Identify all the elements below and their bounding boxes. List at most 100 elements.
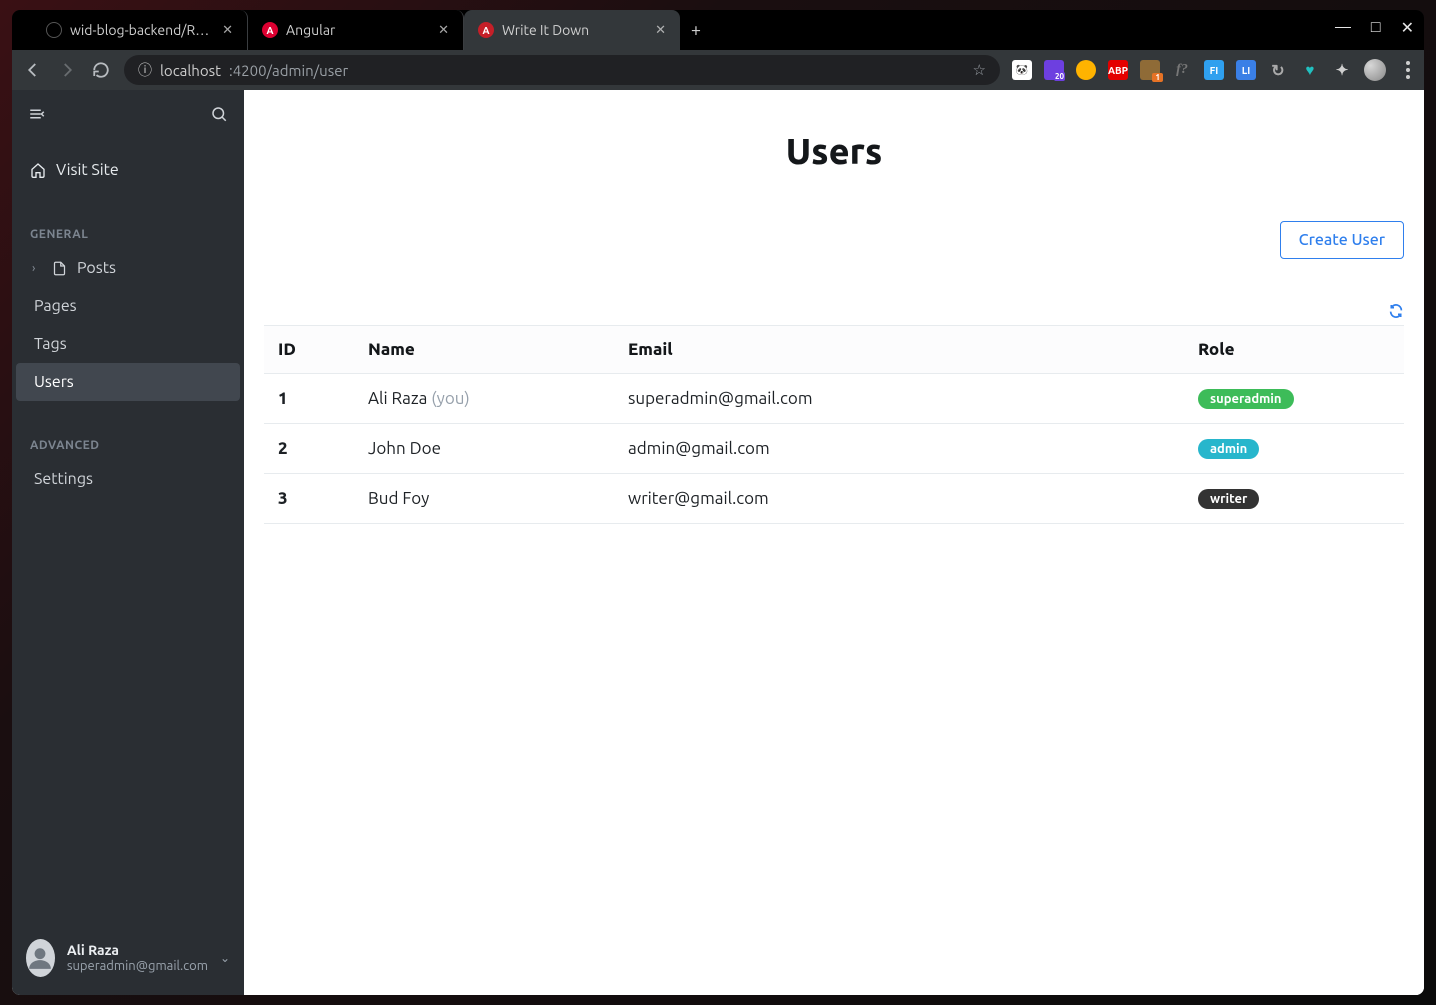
col-header-name: Name	[354, 326, 614, 374]
close-window-icon[interactable]: ✕	[1401, 18, 1414, 37]
close-icon[interactable]: ✕	[655, 23, 666, 38]
chevron-right-icon: ›	[32, 262, 35, 275]
extension-icon[interactable]: 🐼	[1012, 60, 1032, 80]
sidebar-user-name: Ali Raza	[67, 942, 208, 959]
app-root: Visit Site GENERAL › Posts Pages Tags	[12, 90, 1424, 995]
table-row[interactable]: 3Bud Foywriter@gmail.comwriter	[264, 474, 1404, 524]
sidebar-item-posts[interactable]: › Posts	[16, 249, 240, 287]
create-user-button[interactable]: Create User	[1280, 221, 1404, 259]
extension-icon[interactable]: f?	[1172, 60, 1192, 80]
cell-role: writer	[1184, 474, 1404, 524]
sidebar-group-general: GENERAL › Posts Pages Tags Users	[12, 220, 244, 401]
page-toolbar: Create User	[264, 221, 1404, 259]
role-badge: superadmin	[1198, 389, 1294, 409]
col-header-role: Role	[1184, 326, 1404, 374]
search-icon[interactable]	[210, 105, 228, 123]
extension-icon[interactable]: LI	[1236, 60, 1256, 80]
cell-email: admin@gmail.com	[614, 424, 1184, 474]
tab-write-it-down[interactable]: A Write It Down ✕	[464, 10, 680, 50]
sidebar-item-label: Pages	[34, 297, 77, 315]
col-header-id: ID	[264, 326, 354, 374]
sidebar-user-footer[interactable]: Ali Raza superadmin@gmail.com ⌄	[12, 939, 244, 977]
extension-icon[interactable]: ↻	[1268, 60, 1288, 80]
user-avatar-icon	[26, 939, 55, 977]
sidebar-collapse-icon[interactable]	[28, 105, 46, 123]
minimize-icon[interactable]: —	[1335, 18, 1351, 37]
window-controls: — □ ✕	[1335, 18, 1414, 37]
close-icon[interactable]: ✕	[438, 23, 449, 38]
browser-window: wid-blog-backend/README ✕ A Angular ✕ A …	[12, 10, 1424, 995]
extension-icon[interactable]: ABP	[1108, 60, 1128, 80]
url-host: localhost	[160, 62, 221, 79]
star-icon[interactable]: ☆	[973, 61, 986, 79]
extension-icon[interactable]: FI	[1204, 60, 1224, 80]
cell-id: 3	[264, 474, 354, 524]
browser-menu-icon[interactable]	[1398, 61, 1414, 79]
visit-site-link[interactable]: Visit Site	[12, 150, 244, 190]
extension-icon[interactable]	[1140, 60, 1160, 80]
extension-icon[interactable]	[1076, 60, 1096, 80]
table-row[interactable]: 1Ali Raza (you)superadmin@gmail.com super…	[264, 374, 1404, 424]
cell-name: Ali Raza (you)	[354, 374, 614, 424]
col-header-email: Email	[614, 326, 1184, 374]
users-table: ID Name Email Role 1Ali Raza (you)supera…	[264, 325, 1404, 524]
extensions-row: 🐼 ABP f? FI LI ↻ ♥ ✦	[1012, 59, 1414, 81]
home-icon	[30, 162, 46, 178]
back-icon[interactable]	[22, 61, 44, 79]
profile-avatar-icon[interactable]	[1364, 59, 1386, 81]
table-action-row	[264, 303, 1404, 319]
extension-icon[interactable]	[1044, 60, 1064, 80]
new-tab-button[interactable]: +	[680, 10, 712, 50]
sidebar-item-settings[interactable]: Settings	[16, 460, 240, 498]
sidebar-group-advanced: ADVANCED Settings	[12, 431, 244, 498]
close-icon[interactable]: ✕	[222, 23, 233, 38]
maximize-icon[interactable]: □	[1371, 18, 1381, 37]
url-path: :4200/admin/user	[229, 62, 348, 79]
extensions-menu-icon[interactable]: ✦	[1332, 60, 1352, 80]
reload-icon[interactable]	[90, 61, 112, 79]
cell-name: Bud Foy	[354, 474, 614, 524]
tab-title: Angular	[286, 22, 430, 38]
sidebar-item-tags[interactable]: Tags	[16, 325, 240, 363]
document-icon	[52, 261, 67, 276]
app-favicon: A	[478, 22, 494, 38]
role-badge: writer	[1198, 489, 1259, 509]
table-row[interactable]: 2John Doeadmin@gmail.com admin	[264, 424, 1404, 474]
sidebar-user-email: superadmin@gmail.com	[67, 959, 208, 975]
sidebar-group-label: GENERAL	[12, 220, 244, 249]
cell-email: superadmin@gmail.com	[614, 374, 1184, 424]
extension-icon[interactable]: ♥	[1300, 60, 1320, 80]
site-info-icon[interactable]: ⓘ	[138, 60, 152, 80]
tab-title: wid-blog-backend/README	[70, 22, 214, 38]
sidebar-user-info: Ali Raza superadmin@gmail.com	[67, 942, 208, 974]
you-badge: (you)	[427, 389, 469, 408]
main-content: Users Create User ID Name Email Role	[244, 90, 1424, 995]
page-title: Users	[264, 130, 1404, 171]
cell-role: admin	[1184, 424, 1404, 474]
refresh-icon[interactable]	[1388, 303, 1404, 319]
sidebar-item-label: Settings	[34, 470, 93, 488]
cell-name: John Doe	[354, 424, 614, 474]
role-badge: admin	[1198, 439, 1259, 459]
cell-id: 2	[264, 424, 354, 474]
github-icon	[46, 22, 62, 38]
tab-wid-blog-backend[interactable]: wid-blog-backend/README ✕	[32, 10, 248, 50]
sidebar-item-label: Tags	[34, 335, 67, 353]
address-bar[interactable]: ⓘ localhost :4200/admin/user ☆	[124, 55, 1000, 85]
visit-site-label: Visit Site	[56, 161, 119, 179]
forward-icon[interactable]	[56, 61, 78, 79]
sidebar-item-pages[interactable]: Pages	[16, 287, 240, 325]
sidebar-group-label: ADVANCED	[12, 431, 244, 460]
table-header-row: ID Name Email Role	[264, 326, 1404, 374]
tab-title: Write It Down	[502, 22, 647, 38]
chevron-down-icon: ⌄	[220, 951, 230, 965]
url-bar: ⓘ localhost :4200/admin/user ☆ 🐼 ABP f? F…	[12, 50, 1424, 90]
cell-id: 1	[264, 374, 354, 424]
angular-icon: A	[262, 22, 278, 38]
tab-strip: wid-blog-backend/README ✕ A Angular ✕ A …	[12, 10, 712, 50]
sidebar-item-users[interactable]: Users	[16, 363, 240, 401]
sidebar: Visit Site GENERAL › Posts Pages Tags	[12, 90, 244, 995]
cell-role: superadmin	[1184, 374, 1404, 424]
browser-titlebar: wid-blog-backend/README ✕ A Angular ✕ A …	[12, 10, 1424, 50]
tab-angular[interactable]: A Angular ✕	[248, 10, 464, 50]
